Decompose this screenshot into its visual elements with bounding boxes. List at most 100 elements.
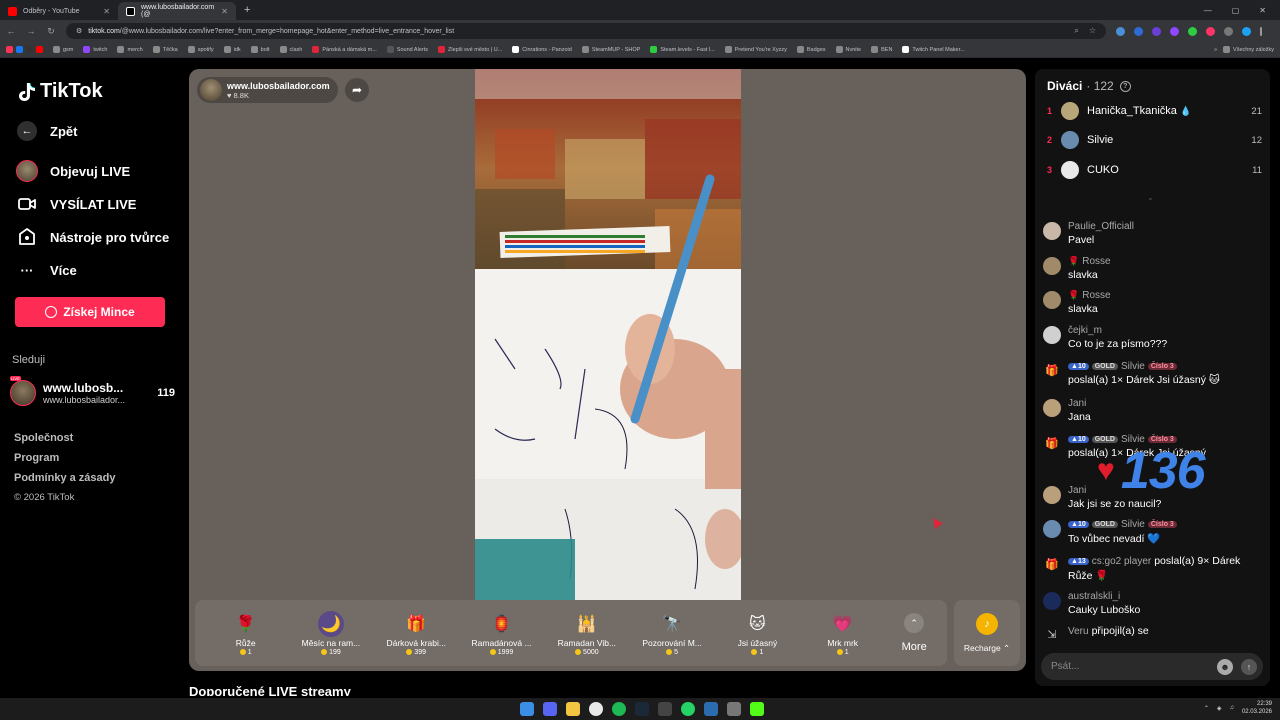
message-author[interactable]: ▲10 GOLD Silvie Číslo 3 bbox=[1068, 519, 1177, 530]
bookmark-merch[interactable]: merch bbox=[117, 46, 143, 53]
network-icon[interactable]: ◈ bbox=[1217, 705, 1222, 712]
avatar[interactable] bbox=[1043, 257, 1061, 275]
volume-icon[interactable]: ♫ bbox=[1229, 705, 1234, 711]
app-icon[interactable] bbox=[658, 702, 672, 716]
gift-item[interactable]: 🕌 Ramadan Vib... 5000 bbox=[544, 611, 629, 656]
url-input[interactable]: ⚙ tiktok.com/@www.lubosbailador.com/live… bbox=[66, 23, 1106, 39]
tab-youtube[interactable]: Odběry - YouTube ✕ bbox=[0, 2, 118, 20]
avatar[interactable] bbox=[1043, 520, 1061, 538]
top-viewer[interactable]: 2 Silvie 12 bbox=[1047, 131, 1262, 149]
get-coins-button[interactable]: Získej Mince bbox=[15, 297, 165, 327]
bookmark-nvnite[interactable]: Nvnite bbox=[835, 46, 861, 53]
tiktok-logo[interactable]: TikTok bbox=[18, 80, 103, 103]
top-viewer[interactable]: 3 CUKO 11 bbox=[1047, 161, 1262, 179]
live-video[interactable] bbox=[475, 69, 741, 600]
chrome-icon[interactable] bbox=[589, 702, 603, 716]
bookmark-gsm[interactable]: gsm bbox=[53, 46, 73, 53]
avatar[interactable] bbox=[1043, 291, 1061, 309]
message-author[interactable]: Veru připojil(a) se bbox=[1068, 625, 1149, 637]
back-arrow-icon[interactable]: ← bbox=[6, 26, 16, 36]
message-author[interactable]: Jani bbox=[1068, 485, 1161, 496]
chevron-right-icon[interactable]: » bbox=[1214, 47, 1217, 53]
extension-icon[interactable] bbox=[1134, 26, 1143, 36]
clock[interactable]: 22:39 02.03.2026 bbox=[1242, 700, 1272, 716]
avatar[interactable] bbox=[1043, 592, 1061, 610]
message-author[interactable]: 🌹 Rosse bbox=[1068, 290, 1111, 301]
bookmark-tecka[interactable]: Těčka bbox=[152, 46, 178, 53]
tab-tiktok[interactable]: www.lubosbailador.com (@ ✕ bbox=[118, 2, 236, 20]
channel-info[interactable]: www.lubosbailador.com ♥ 8.8K bbox=[197, 77, 338, 103]
bookmark-sound-alerts[interactable]: Sound Alerts bbox=[386, 46, 428, 53]
message-author[interactable]: 🌹 Rosse bbox=[1068, 256, 1111, 267]
bookmark-steammup[interactable]: SteamMUP - SHOP bbox=[581, 46, 640, 53]
extension-icon[interactable] bbox=[1224, 26, 1233, 36]
recharge-button[interactable]: ♪ Recharge ⌃ bbox=[954, 600, 1020, 666]
message-author[interactable]: Paulie_Officiall bbox=[1068, 221, 1134, 232]
bookmark-badges[interactable]: Badges bbox=[796, 46, 826, 53]
message-author[interactable]: ▲13 cs:go2 player poslal(a) 9× Dárek bbox=[1068, 555, 1240, 567]
nav-explore-live[interactable]: Objevuj LIVE bbox=[16, 160, 130, 182]
gift-item[interactable]: 🏮 Ramadánová ... 1999 bbox=[459, 611, 544, 656]
footer-link-company[interactable]: Společnost bbox=[14, 432, 116, 444]
send-icon[interactable]: ↑ bbox=[1241, 658, 1257, 675]
profile-avatar[interactable] bbox=[1242, 26, 1251, 36]
more-gifts-button[interactable]: ⌃ More bbox=[889, 613, 939, 653]
help-icon[interactable]: ? bbox=[1119, 80, 1131, 92]
avatar[interactable] bbox=[1043, 222, 1061, 240]
bookmark-ben[interactable]: BEN bbox=[871, 46, 892, 53]
bookmark-zlepsi[interactable]: Zlepši své město | U... bbox=[437, 46, 502, 53]
spotify-icon[interactable] bbox=[612, 702, 626, 716]
close-window-icon[interactable]: ✕ bbox=[1259, 6, 1266, 15]
footer-link-terms[interactable]: Podmínky a zásady bbox=[14, 472, 116, 484]
extension-icon[interactable] bbox=[1170, 26, 1179, 36]
bookmark-bolt[interactable]: bolt bbox=[250, 46, 270, 53]
new-tab-button[interactable]: + bbox=[236, 4, 258, 16]
zoom-icon[interactable]: ⌕ bbox=[1074, 26, 1078, 36]
discord-icon[interactable] bbox=[543, 702, 557, 716]
extension-icon[interactable] bbox=[1206, 26, 1215, 36]
extension-icon[interactable] bbox=[1152, 26, 1161, 36]
bookmark-pretend[interactable]: Pretend You're Xyzzy bbox=[724, 46, 787, 53]
bookmark-idk[interactable]: idk bbox=[223, 46, 241, 53]
avatar[interactable] bbox=[1043, 486, 1061, 504]
all-bookmarks[interactable]: Všechny záložky bbox=[1223, 46, 1274, 53]
nav-creator-tools[interactable]: Nástroje pro tvůrce bbox=[16, 226, 169, 248]
settings-icon[interactable] bbox=[727, 702, 741, 716]
extension-icon[interactable] bbox=[1188, 26, 1197, 36]
message-author[interactable]: australskli_i bbox=[1068, 591, 1140, 602]
extension-icon[interactable] bbox=[1116, 26, 1125, 36]
share-icon[interactable]: ➦ bbox=[345, 78, 369, 102]
bookmark-star-icon[interactable]: ☆ bbox=[1089, 26, 1096, 36]
top-viewer[interactable]: 1 Hanička_Tkanička 💧 21 bbox=[1047, 102, 1262, 120]
back-link[interactable]: ← Zpět bbox=[16, 120, 77, 142]
windows-start-icon[interactable] bbox=[520, 702, 534, 716]
gift-item[interactable]: 💗 Mrk mrk 1 bbox=[800, 611, 885, 656]
close-icon[interactable]: ✕ bbox=[221, 7, 228, 16]
reload-icon[interactable]: ↻ bbox=[46, 26, 56, 37]
nav-more[interactable]: ··· Více bbox=[16, 259, 77, 281]
avatar[interactable] bbox=[1043, 326, 1061, 344]
tray-chevron-icon[interactable]: ⌃ bbox=[1204, 705, 1209, 712]
message-author[interactable]: Jani bbox=[1068, 398, 1091, 409]
emoji-icon[interactable]: ☻ bbox=[1217, 658, 1233, 675]
site-info-icon[interactable]: ⚙ bbox=[76, 27, 82, 35]
bookmark-clash[interactable]: clash bbox=[279, 46, 302, 53]
bookmark-spotify[interactable]: spotify bbox=[187, 46, 214, 53]
following-item[interactable]: LIVE www.lubosb... www.lubosbailador... … bbox=[10, 376, 175, 406]
gift-item[interactable]: 🔭 Pozorování M... 5 bbox=[629, 611, 714, 656]
avatar[interactable] bbox=[1043, 399, 1061, 417]
bookmark-panska[interactable]: Pánská a dámská m... bbox=[312, 46, 377, 53]
bookmark-twitch[interactable]: twitch bbox=[83, 46, 107, 53]
bookmark-twitch-panel[interactable]: Twitch Panel Maker... bbox=[902, 46, 965, 53]
gift-item[interactable]: 🌙 Měsíc na ram... 199 bbox=[288, 610, 373, 656]
bookmark-cinrations[interactable]: Cinrations - Panzoid bbox=[512, 46, 572, 53]
gift-item[interactable]: 🎁 Dárková krabi... 399 bbox=[374, 611, 459, 656]
folder-icon[interactable] bbox=[566, 702, 580, 716]
chat-input[interactable]: Psát... ☻ ↑ bbox=[1041, 653, 1263, 680]
steam-icon[interactable] bbox=[635, 702, 649, 716]
app-icon[interactable] bbox=[704, 702, 718, 716]
minimize-icon[interactable]: — bbox=[1204, 6, 1212, 15]
message-author[interactable]: čejki_m bbox=[1068, 325, 1167, 336]
forward-arrow-icon[interactable]: → bbox=[26, 26, 36, 36]
gift-item[interactable]: 🐱 Jsi úžasný 1 bbox=[715, 611, 800, 656]
